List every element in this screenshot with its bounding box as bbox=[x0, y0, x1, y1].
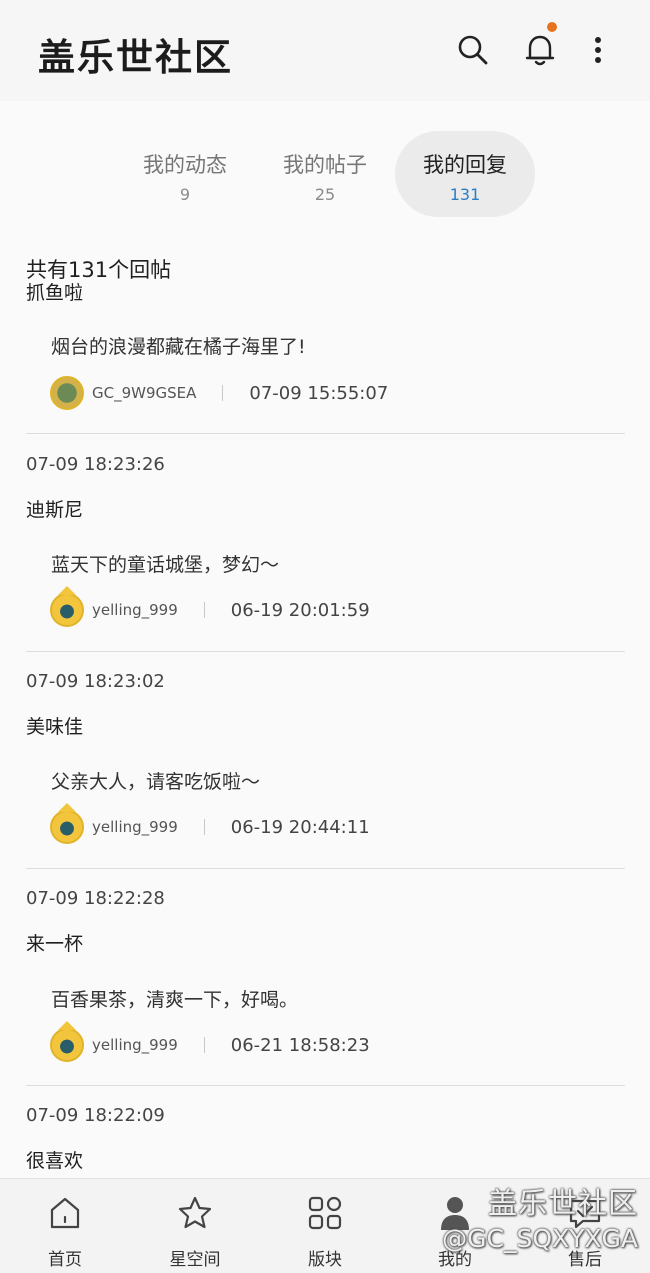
reply-author[interactable]: yelling_999 bbox=[92, 818, 178, 836]
more-vertical-icon bbox=[595, 37, 601, 63]
tab-count: 131 bbox=[449, 185, 481, 204]
reply-time: 07-09 18:23:02 bbox=[26, 671, 165, 692]
reply-post-title: 迪斯尼 bbox=[26, 499, 84, 521]
divider bbox=[26, 433, 625, 434]
reply-author[interactable]: yelling_999 bbox=[92, 1036, 178, 1054]
reply-post-title: 美味佳 bbox=[26, 716, 84, 738]
reply-meta: yelling_999 06-19 20:01:59 bbox=[50, 586, 370, 628]
reply-quote: 父亲大人，请客吃饭啦～ bbox=[51, 771, 261, 793]
meta-divider bbox=[203, 1037, 205, 1053]
reply-time: 07-09 18:22:09 bbox=[26, 1105, 165, 1126]
app-header: 盖乐世社区 bbox=[0, 0, 650, 101]
reply-quote: 百香果茶，清爽一下，好喝。 bbox=[51, 989, 299, 1011]
watermark: 盖乐世社区 @GC_SQXYXGA bbox=[442, 1180, 638, 1253]
reply-post-title: 来一杯 bbox=[26, 933, 84, 955]
reply-time: 07-09 18:23:26 bbox=[26, 454, 165, 475]
avatar[interactable] bbox=[50, 1021, 84, 1062]
tab-count: 9 bbox=[179, 185, 191, 204]
nav-sections[interactable]: 版块 bbox=[275, 1179, 375, 1273]
reply-post-time: 07-09 15:55:07 bbox=[249, 382, 389, 404]
reply-meta: yelling_999 06-21 18:58:23 bbox=[50, 1021, 370, 1063]
nav-home[interactable]: 首页 bbox=[15, 1179, 115, 1273]
meta-divider bbox=[203, 819, 205, 835]
meta-divider bbox=[222, 385, 224, 401]
reply-quote: 蓝天下的童话城堡，梦幻～ bbox=[51, 554, 280, 576]
tab-my-replies[interactable]: 我的回复 131 bbox=[395, 131, 535, 217]
reply-meta: GC_9W9GSEA 07-09 15:55:07 bbox=[50, 375, 388, 411]
divider bbox=[26, 868, 625, 869]
avatar[interactable] bbox=[50, 586, 84, 627]
reply-post-title: 抓鱼啦 bbox=[26, 282, 84, 304]
bell-icon bbox=[525, 35, 555, 66]
search-button[interactable] bbox=[456, 32, 490, 68]
tab-label: 我的回复 bbox=[423, 153, 507, 177]
star-icon bbox=[178, 1196, 212, 1229]
search-icon bbox=[458, 35, 488, 65]
home-icon bbox=[50, 1197, 80, 1229]
reply-meta: yelling_999 06-19 20:44:11 bbox=[50, 803, 370, 845]
reply-post-time: 06-19 20:01:59 bbox=[230, 599, 370, 621]
divider bbox=[26, 651, 625, 652]
notification-dot bbox=[547, 22, 557, 32]
avatar[interactable] bbox=[50, 376, 84, 410]
app-title: 盖乐世社区 bbox=[38, 36, 233, 79]
nav-label: 星空间 bbox=[169, 1250, 221, 1270]
tab-label: 我的帖子 bbox=[283, 153, 367, 177]
divider bbox=[26, 1085, 625, 1086]
grid-icon bbox=[308, 1196, 342, 1230]
tab-label: 我的动态 bbox=[143, 153, 227, 177]
avatar[interactable] bbox=[50, 803, 84, 844]
reply-author[interactable]: yelling_999 bbox=[92, 601, 178, 619]
reply-post-time: 06-19 20:44:11 bbox=[230, 816, 370, 838]
notification-button[interactable] bbox=[523, 22, 557, 68]
more-button[interactable] bbox=[581, 32, 615, 68]
nav-star-space[interactable]: 星空间 bbox=[145, 1179, 245, 1273]
nav-label: 首页 bbox=[48, 1250, 82, 1270]
reply-time: 07-09 18:22:28 bbox=[26, 888, 165, 909]
tab-count: 25 bbox=[314, 185, 336, 204]
watermark-handle: @GC_SQXYXGA bbox=[442, 1224, 638, 1253]
meta-divider bbox=[203, 602, 205, 618]
nav-label: 版块 bbox=[308, 1250, 342, 1270]
tab-my-posts[interactable]: 我的帖子 25 bbox=[255, 131, 395, 217]
reply-quote: 烟台的浪漫都藏在橘子海里了! bbox=[51, 336, 306, 358]
watermark-title: 盖乐世社区 bbox=[487, 1186, 638, 1220]
tab-my-activity[interactable]: 我的动态 9 bbox=[115, 131, 255, 217]
profile-tabs: 我的动态 9 我的帖子 25 我的回复 131 bbox=[0, 131, 650, 217]
reply-author[interactable]: GC_9W9GSEA bbox=[92, 384, 196, 402]
reply-post-time: 06-21 18:58:23 bbox=[230, 1034, 370, 1056]
reply-post-title: 很喜欢 bbox=[26, 1150, 84, 1172]
